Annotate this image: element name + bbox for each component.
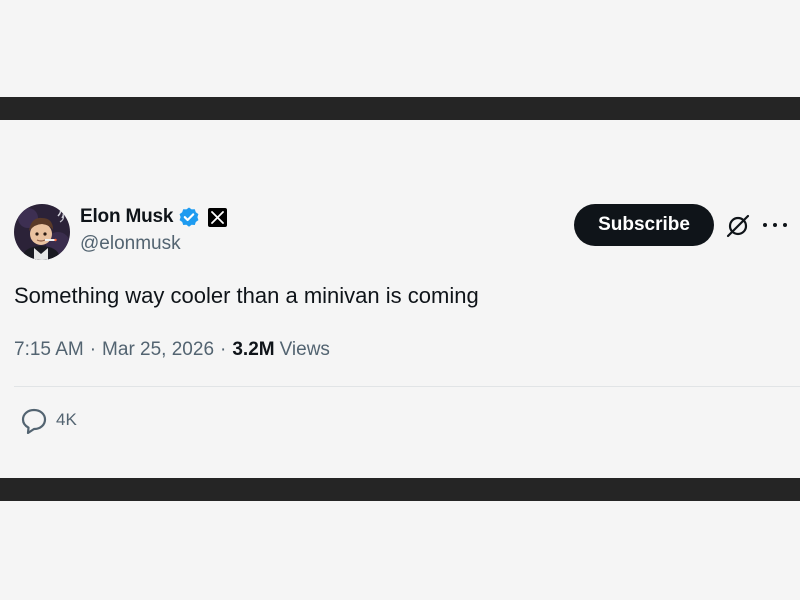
views-label[interactable]: Views — [280, 339, 330, 361]
reply-count: 4K — [56, 410, 77, 429]
reply-icon — [21, 408, 47, 434]
author-handle[interactable]: @elonmusk — [80, 233, 181, 255]
tweet-card: Elon Musk @elonmusk Subscribe Something … — [0, 120, 800, 478]
divider — [14, 386, 800, 387]
meta-separator: · — [89, 339, 97, 360]
author-display-name[interactable]: Elon Musk — [80, 206, 173, 228]
tweet-meta: 7:15 AM · Mar 25, 2026 · 3.2M Views — [14, 339, 330, 361]
avatar-image — [14, 204, 70, 260]
avatar[interactable] — [14, 204, 70, 260]
reply-button[interactable]: 4K — [20, 406, 77, 434]
x-logo-icon[interactable] — [208, 207, 228, 227]
tweet-text: Something way cooler than a minivan is c… — [14, 283, 479, 308]
tweet-date[interactable]: Mar 25, 2026 — [102, 339, 214, 361]
top-dark-band — [0, 97, 800, 120]
author-name-row: Elon Musk — [80, 205, 228, 229]
grok-icon[interactable] — [725, 213, 751, 239]
meta-separator: · — [220, 339, 227, 360]
bottom-dark-band — [0, 478, 800, 501]
subscribe-button[interactable]: Subscribe — [574, 204, 714, 246]
views-count[interactable]: 3.2M — [232, 339, 274, 361]
verified-badge-icon[interactable] — [178, 206, 200, 228]
more-options-icon[interactable] — [763, 218, 787, 232]
tweet-time[interactable]: 7:15 AM — [14, 339, 84, 361]
